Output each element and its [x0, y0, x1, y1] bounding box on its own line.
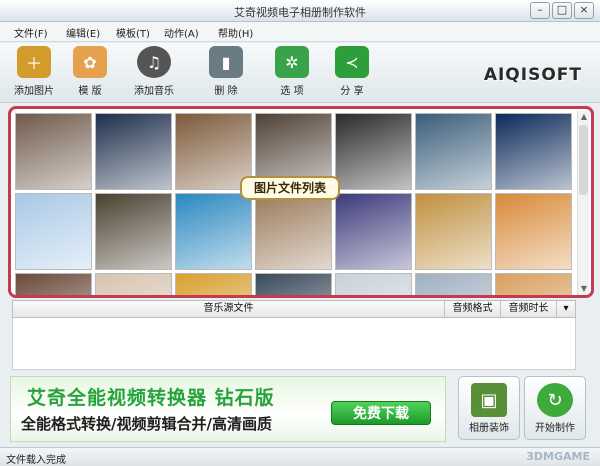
start-make-button[interactable]: ↻ 开始制作 — [524, 376, 586, 440]
scroll-down-icon[interactable]: ▼ — [578, 283, 590, 295]
watermark-logo: 3DMGAME — [526, 450, 590, 463]
photo-thumbnail[interactable] — [495, 113, 572, 190]
status-bar: 文件载入完成 3DMGAME — [0, 447, 600, 466]
start-make-label: 开始制作 — [535, 423, 575, 434]
brand-logo: AIQISOFT — [483, 65, 582, 85]
menu-action[interactable]: 动作(A) — [164, 25, 199, 40]
window-controls: – □ × — [530, 2, 594, 19]
add-music-icon: ♫ — [137, 46, 171, 78]
album-decorate-label: 相册装饰 — [469, 423, 509, 434]
photo-thumbnail[interactable] — [415, 113, 492, 190]
template-label: 模 版 — [78, 86, 102, 97]
add-image-button[interactable]: ＋ 添加图片 — [4, 46, 64, 100]
image-list-panel[interactable]: ▲ ▼ — [8, 106, 594, 298]
add-image-label: 添加图片 — [14, 86, 54, 97]
delete-button[interactable]: ▮ 删 除 — [196, 46, 256, 100]
photo-thumbnail[interactable] — [95, 273, 172, 295]
gallery-scrollbar[interactable]: ▲ ▼ — [577, 111, 589, 295]
col-dropdown-icon[interactable]: ▾ — [557, 301, 575, 317]
delete-label: 删 除 — [214, 86, 238, 97]
album-decorate-button[interactable]: ▣ 相册装饰 — [458, 376, 520, 440]
photo-thumbnail[interactable] — [415, 193, 492, 270]
close-button[interactable]: × — [574, 2, 594, 19]
add-music-button[interactable]: ♫ 添加音乐 — [124, 46, 184, 100]
add-image-icon: ＋ — [17, 46, 51, 78]
share-icon: ≺ — [335, 46, 369, 78]
ad-banner[interactable]: 艾奇全能视频转换器 钻石版 全能格式转换/视频剪辑合并/高清画质 免费下载 — [10, 376, 446, 442]
minimize-button[interactable]: – — [530, 2, 550, 19]
image-list-callout: 图片文件列表 — [240, 176, 340, 200]
window-title: 艾奇视频电子相册制作软件 — [234, 6, 366, 19]
menu-template[interactable]: 模板(T) — [116, 25, 150, 40]
ad-title: 艾奇全能视频转换器 钻石版 — [27, 387, 275, 409]
menu-edit[interactable]: 编辑(E) — [66, 25, 100, 40]
menu-file[interactable]: 文件(F) — [14, 25, 48, 40]
maximize-button[interactable]: □ — [552, 2, 572, 19]
thumbnail-grid — [15, 113, 577, 295]
photo-thumbnail[interactable] — [255, 193, 332, 270]
photo-thumbnail[interactable] — [95, 113, 172, 190]
menu-bar: 文件(F) 编辑(E) 模板(T) 动作(A) 帮助(H) — [0, 22, 600, 42]
photo-thumbnail[interactable] — [175, 193, 252, 270]
photo-thumbnail[interactable] — [175, 273, 252, 295]
scroll-thumb[interactable] — [579, 125, 588, 195]
col-audio-duration[interactable]: 音频时长 — [501, 301, 557, 317]
gear-icon: ✲ — [275, 46, 309, 78]
start-arrow-icon: ↻ — [537, 383, 573, 417]
photo-thumbnail[interactable] — [335, 193, 412, 270]
ad-subtitle: 全能格式转换/视频剪辑合并/高清画质 — [21, 415, 272, 433]
template-icon: ✿ — [73, 46, 107, 78]
share-button[interactable]: ≺ 分 享 — [322, 46, 382, 100]
trash-icon: ▮ — [209, 46, 243, 78]
toolbar: ＋ 添加图片 ✿ 模 版 ♫ 添加音乐 ▮ 删 除 ✲ 选 项 ≺ 分 享 AI… — [0, 43, 600, 103]
menu-help[interactable]: 帮助(H) — [218, 25, 253, 40]
photo-thumbnail[interactable] — [335, 273, 412, 295]
free-download-button[interactable]: 免费下载 — [331, 401, 431, 425]
picture-frame-icon: ▣ — [471, 383, 507, 417]
photo-thumbnail[interactable] — [495, 193, 572, 270]
add-music-label: 添加音乐 — [134, 86, 174, 97]
photo-thumbnail[interactable] — [255, 273, 332, 295]
photo-thumbnail[interactable] — [15, 273, 92, 295]
col-music-file[interactable]: 音乐源文件 — [13, 301, 445, 317]
template-button[interactable]: ✿ 模 版 — [60, 46, 120, 100]
options-label: 选 项 — [280, 86, 304, 97]
music-table-body[interactable] — [12, 318, 576, 370]
photo-thumbnail[interactable] — [15, 193, 92, 270]
title-bar: 艾奇视频电子相册制作软件 – □ × — [0, 0, 600, 22]
share-label: 分 享 — [340, 86, 364, 97]
photo-thumbnail[interactable] — [95, 193, 172, 270]
photo-thumbnail[interactable] — [335, 113, 412, 190]
photo-thumbnail[interactable] — [15, 113, 92, 190]
scroll-up-icon[interactable]: ▲ — [578, 111, 590, 123]
music-table-header: 音乐源文件 音频格式 音频时长 ▾ — [12, 300, 576, 318]
col-audio-format[interactable]: 音频格式 — [445, 301, 501, 317]
status-text: 文件载入完成 — [6, 455, 66, 466]
photo-thumbnail[interactable] — [415, 273, 492, 295]
options-button[interactable]: ✲ 选 项 — [262, 46, 322, 100]
photo-thumbnail[interactable] — [495, 273, 572, 295]
